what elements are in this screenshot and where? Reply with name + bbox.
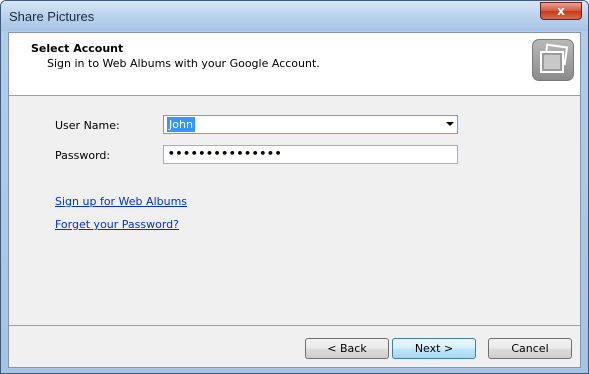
password-field[interactable]: ••••••••••••••• — [163, 145, 458, 164]
chevron-down-icon[interactable] — [446, 122, 454, 126]
close-icon: x — [557, 4, 565, 18]
page-subtitle: Sign in to Web Albums with your Google A… — [47, 57, 320, 70]
close-button[interactable]: x — [540, 2, 582, 20]
username-label: User Name: — [55, 119, 120, 132]
password-label: Password: — [55, 149, 111, 162]
forgot-password-link[interactable]: Forget your Password? — [55, 218, 179, 231]
window-title: Share Pictures — [9, 9, 95, 24]
password-mask: ••••••••••••••• — [168, 147, 283, 160]
back-button[interactable]: < Back — [305, 338, 389, 359]
title-bar[interactable]: Share Pictures x — [1, 1, 588, 31]
page-title: Select Account — [31, 42, 124, 55]
footer-divider — [9, 325, 580, 326]
next-button[interactable]: Next > — [392, 338, 476, 359]
cancel-button[interactable]: Cancel — [488, 338, 572, 359]
signup-link[interactable]: Sign up for Web Albums — [55, 195, 187, 208]
dialog-client-area: Select Account Sign in to Web Albums wit… — [8, 32, 581, 368]
wizard-header: Select Account Sign in to Web Albums wit… — [9, 33, 580, 96]
photos-stack-icon — [532, 39, 574, 81]
username-value: John — [167, 117, 195, 132]
username-combobox[interactable]: John — [163, 115, 458, 134]
share-pictures-window: Share Pictures x Select Account Sign in … — [0, 0, 589, 374]
